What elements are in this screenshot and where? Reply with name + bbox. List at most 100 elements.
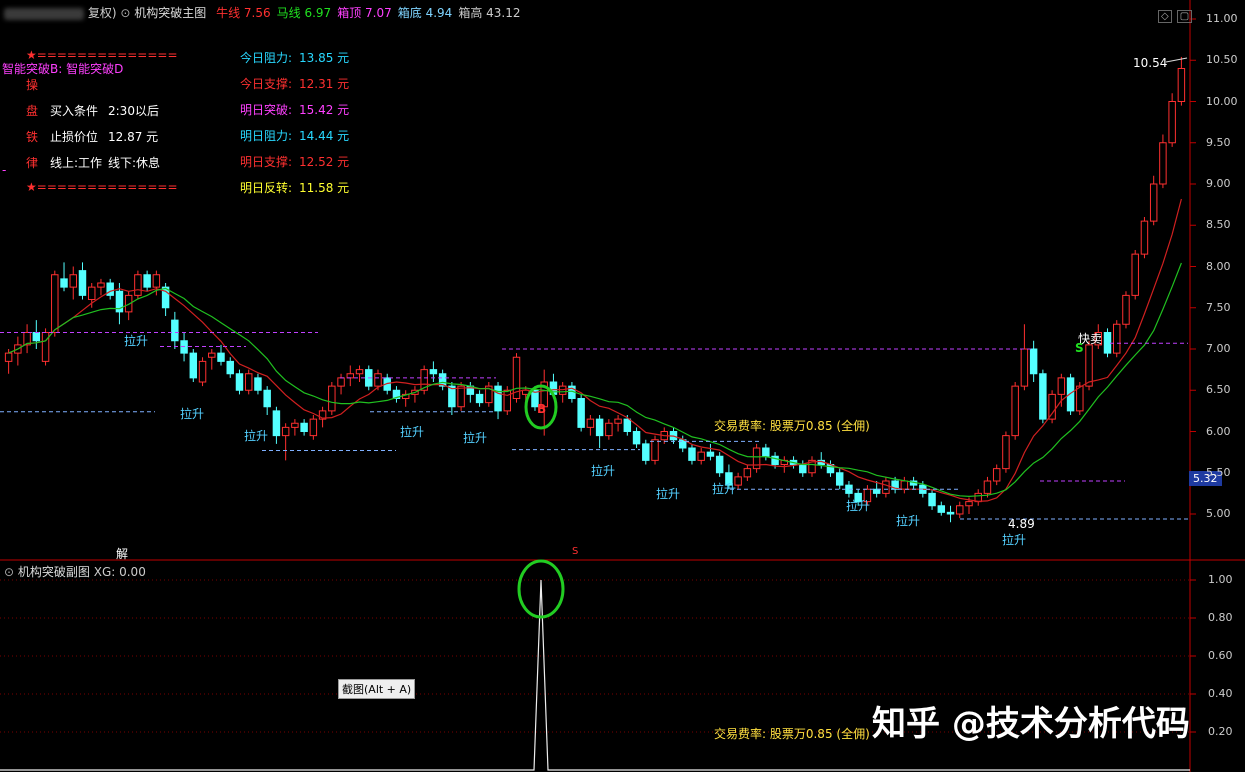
- candle-body: [900, 480, 909, 490]
- candle-body: [1085, 344, 1093, 387]
- sub-panel-title[interactable]: 机构突破副图: [18, 565, 90, 579]
- diamond-icon[interactable]: ◇: [1158, 10, 1172, 23]
- high-price-label: 10.54: [1133, 56, 1168, 70]
- candle-body: [272, 410, 281, 437]
- xg-label: XG: 0.00: [93, 565, 146, 579]
- price-tick-label: 7.50: [1206, 300, 1231, 314]
- candle-body: [1076, 385, 1084, 412]
- lashing-label: 拉升: [244, 429, 269, 443]
- candle-body: [1048, 393, 1056, 420]
- indicator-name[interactable]: 机构突破主图: [134, 6, 206, 20]
- candle-body: [1029, 348, 1038, 375]
- candle-body: [965, 501, 973, 507]
- header-prefix: 复权): [87, 6, 117, 20]
- price-tick-label: 6.50: [1206, 383, 1231, 397]
- panel-left-value: 线下:休息: [108, 156, 161, 170]
- stock-name-blurred: [4, 7, 84, 20]
- candle-body: [226, 360, 234, 375]
- sell-mark: S: [1075, 341, 1084, 355]
- candle-body: [1020, 348, 1029, 387]
- sub-fee-text: 交易费率: 股票万0.85 (全佣): [714, 727, 870, 741]
- candle-body: [605, 422, 613, 437]
- sub-tick-label: 1.00: [1208, 573, 1233, 586]
- sub-panel-header: ⊙ 机构突破副图 XG: 0.00: [4, 563, 146, 580]
- candle-body: [983, 480, 992, 494]
- candle-body: [1002, 435, 1010, 470]
- candle-body: [51, 274, 59, 333]
- panel-right-label: 明日支撑:: [240, 155, 293, 169]
- candle-body: [171, 319, 179, 342]
- header-bar: 复权) ⊙ 机构突破主图 牛线 7.56 马线 6.97 箱顶 7.07 箱底 4.9…: [4, 4, 521, 21]
- candle-body: [623, 418, 632, 432]
- panel-right-value: 14.44 元: [299, 129, 350, 143]
- header-item: 箱高 43.12: [458, 6, 520, 20]
- square-icon[interactable]: ▢: [1176, 10, 1193, 23]
- candle-body: [217, 352, 225, 362]
- header-item-label: 牛线: [216, 6, 241, 20]
- header-item-label: 箱高: [458, 6, 483, 20]
- candle-body: [4, 352, 13, 362]
- candle-body: [1113, 323, 1121, 354]
- candle-body: [706, 451, 715, 457]
- lashing-label: 拉升: [656, 487, 681, 501]
- candle-body: [928, 492, 936, 507]
- panel-left-label: 线上:工作: [50, 156, 103, 170]
- panel-right-value: 12.52 元: [299, 155, 350, 169]
- s-marker: S: [572, 546, 579, 557]
- buy-mark: B: [537, 402, 547, 416]
- high-pointer: [1165, 57, 1188, 63]
- panel-right-value: 15.42 元: [299, 103, 350, 117]
- candle-body: [956, 505, 964, 515]
- candle-body: [97, 282, 105, 288]
- candle-body: [235, 373, 244, 391]
- candle-body: [134, 274, 142, 296]
- candle-body: [457, 385, 465, 408]
- indicator-toggle-icon[interactable]: ⊙: [120, 6, 130, 20]
- panel-left-dash: -: [2, 163, 7, 177]
- panel-left-icon: 操: [26, 78, 39, 92]
- header-item: 牛线 7.56: [216, 6, 271, 20]
- candle-body: [328, 385, 336, 412]
- panel-right-label: 今日阻力:: [240, 51, 293, 65]
- candle-body: [309, 418, 318, 437]
- panel-right-label: 明日反转:: [240, 181, 293, 195]
- sub-tick-label: 0.80: [1208, 611, 1233, 624]
- candle-body: [1122, 294, 1130, 325]
- candle-body: [1140, 220, 1149, 255]
- panel-left-icon: 律: [26, 156, 39, 170]
- price-tick-label: 5.00: [1206, 507, 1231, 520]
- panel-left-value: 12.87 元: [108, 130, 159, 144]
- candle-body: [872, 488, 881, 494]
- header-item-value: 43.12: [482, 6, 521, 20]
- candle-body: [974, 492, 982, 503]
- panel-left-subtitle: 智能突破B: 智能突破D: [2, 62, 124, 76]
- sub-toggle-icon[interactable]: ⊙: [4, 565, 14, 579]
- lashing-label: 拉升: [463, 431, 488, 445]
- lashing-label: 拉升: [712, 482, 737, 496]
- screenshot-tooltip[interactable]: 截图(Alt + A): [338, 679, 416, 699]
- candle-body: [346, 373, 355, 379]
- header-item-label: 马线: [276, 6, 301, 20]
- price-tick-label: 10.50: [1206, 53, 1238, 67]
- header-item: 箱顶 7.07: [337, 6, 392, 20]
- panel-controls: ◇ ▢: [1158, 4, 1193, 23]
- panel-left-bottom: ★==============: [26, 180, 178, 194]
- candle-body: [32, 332, 41, 342]
- panel-left-label: 买入条件: [50, 104, 99, 118]
- panel-left-icon: 盘: [26, 104, 39, 118]
- price-tick-label: 5.50: [1206, 465, 1231, 479]
- price-tick-label: 8.50: [1206, 218, 1231, 232]
- header-item: 马线 6.97: [277, 6, 332, 20]
- candle-body: [41, 332, 50, 362]
- header-item-value: 4.94: [421, 6, 453, 20]
- panel-right-label: 今日支撑:: [240, 77, 293, 91]
- header-values: 牛线 7.56 马线 6.97 箱顶 7.07 箱底 4.94 箱高 43.12: [210, 6, 520, 20]
- candle-body: [78, 270, 87, 296]
- candle-body: [337, 377, 345, 387]
- candle-body: [503, 389, 512, 412]
- candle-body: [244, 373, 253, 391]
- chart-canvas[interactable]: [0, 0, 1245, 772]
- candle-body: [697, 451, 705, 461]
- candle-body: [688, 447, 696, 461]
- candle-body: [1057, 377, 1066, 395]
